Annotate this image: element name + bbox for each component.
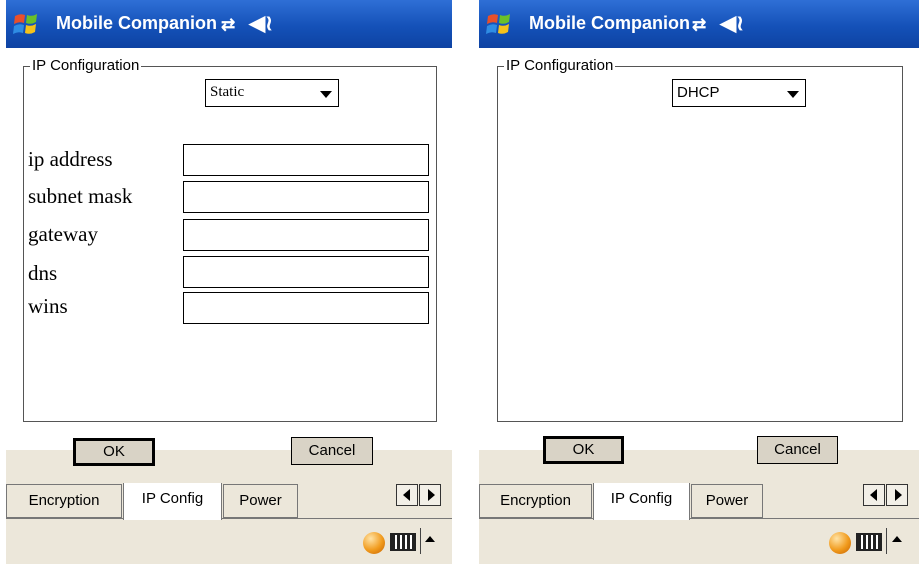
tab-strip: Encryption IP Config Power [479,483,919,522]
speaker-icon[interactable]: ◀≀ [249,11,273,36]
tab-baseline [479,518,919,519]
menu-bar [6,522,452,564]
ip-address-input[interactable] [183,144,429,176]
arrow-left-icon [403,489,410,501]
tab-encryption[interactable]: Encryption [6,484,122,518]
subnet-mask-label: subnet mask [28,184,133,208]
keyboard-icon[interactable] [390,533,416,551]
cancel-button[interactable]: Cancel [757,436,838,464]
ok-button[interactable]: OK [543,436,624,464]
ok-button[interactable]: OK [73,438,155,466]
tab-ip-config[interactable]: IP Config [593,483,690,520]
cancel-button[interactable]: Cancel [291,437,373,465]
keyboard-icon[interactable] [856,533,882,551]
content-area: IP Configuration DHCP [479,48,919,450]
input-panel-up-arrow-icon[interactable] [425,536,435,542]
windows-logo-icon[interactable] [485,10,513,38]
arrow-right-icon [428,489,435,501]
wins-input[interactable] [183,292,429,324]
chevron-down-icon[interactable] [787,91,799,98]
tab-power[interactable]: Power [223,484,298,518]
tab-scroll-right-button[interactable] [886,484,908,506]
ip-configuration-group: IP Configuration DHCP [497,57,903,422]
title-bar: Mobile Companion ⇄ ◀≀ [6,0,452,48]
divider [886,528,887,554]
device-screen-dhcp: Mobile Companion ⇄ ◀≀ IP Configuration D… [479,0,919,564]
connectivity-icon[interactable]: ⇄ [221,15,235,35]
tab-encryption[interactable]: Encryption [479,484,592,518]
subnet-mask-input[interactable] [183,181,429,213]
dns-input[interactable] [183,256,429,288]
mode-dropdown[interactable]: Static [205,79,339,107]
device-screen-static: Mobile Companion ⇄ ◀≀ IP Configuration S… [6,0,452,564]
tab-ip-config[interactable]: IP Config [123,483,222,520]
ip-address-label: ip address [28,147,113,171]
content-area: IP Configuration Static ip address subne… [6,48,452,450]
mode-dropdown-value: Static [210,84,245,100]
tab-power[interactable]: Power [691,484,763,518]
gateway-label: gateway [28,222,98,246]
status-orb-icon[interactable] [363,532,385,554]
windows-logo-icon[interactable] [12,10,40,38]
app-title: Mobile Companion [529,13,690,33]
tab-strip: Encryption IP Config Power [6,483,452,522]
connectivity-icon[interactable]: ⇄ [692,15,706,35]
arrow-right-icon [895,489,902,501]
app-title: Mobile Companion [56,13,217,33]
tab-baseline [6,518,452,519]
speaker-icon[interactable]: ◀≀ [720,11,744,36]
menu-bar [479,522,919,564]
divider [420,528,421,554]
tab-scroll-left-button[interactable] [863,484,885,506]
wins-label: wins [28,294,68,318]
status-orb-icon[interactable] [829,532,851,554]
group-label: IP Configuration [504,57,616,74]
tab-scroll-right-button[interactable] [419,484,441,506]
tab-scroll-left-button[interactable] [396,484,418,506]
input-panel-up-arrow-icon[interactable] [892,536,902,542]
arrow-left-icon [870,489,877,501]
chevron-down-icon[interactable] [320,91,332,98]
title-bar: Mobile Companion ⇄ ◀≀ [479,0,919,48]
group-label: IP Configuration [30,57,142,74]
dns-label: dns [28,261,58,285]
mode-dropdown-value: DHCP [677,84,720,101]
mode-dropdown[interactable]: DHCP [672,79,806,107]
gateway-input[interactable] [183,219,429,251]
